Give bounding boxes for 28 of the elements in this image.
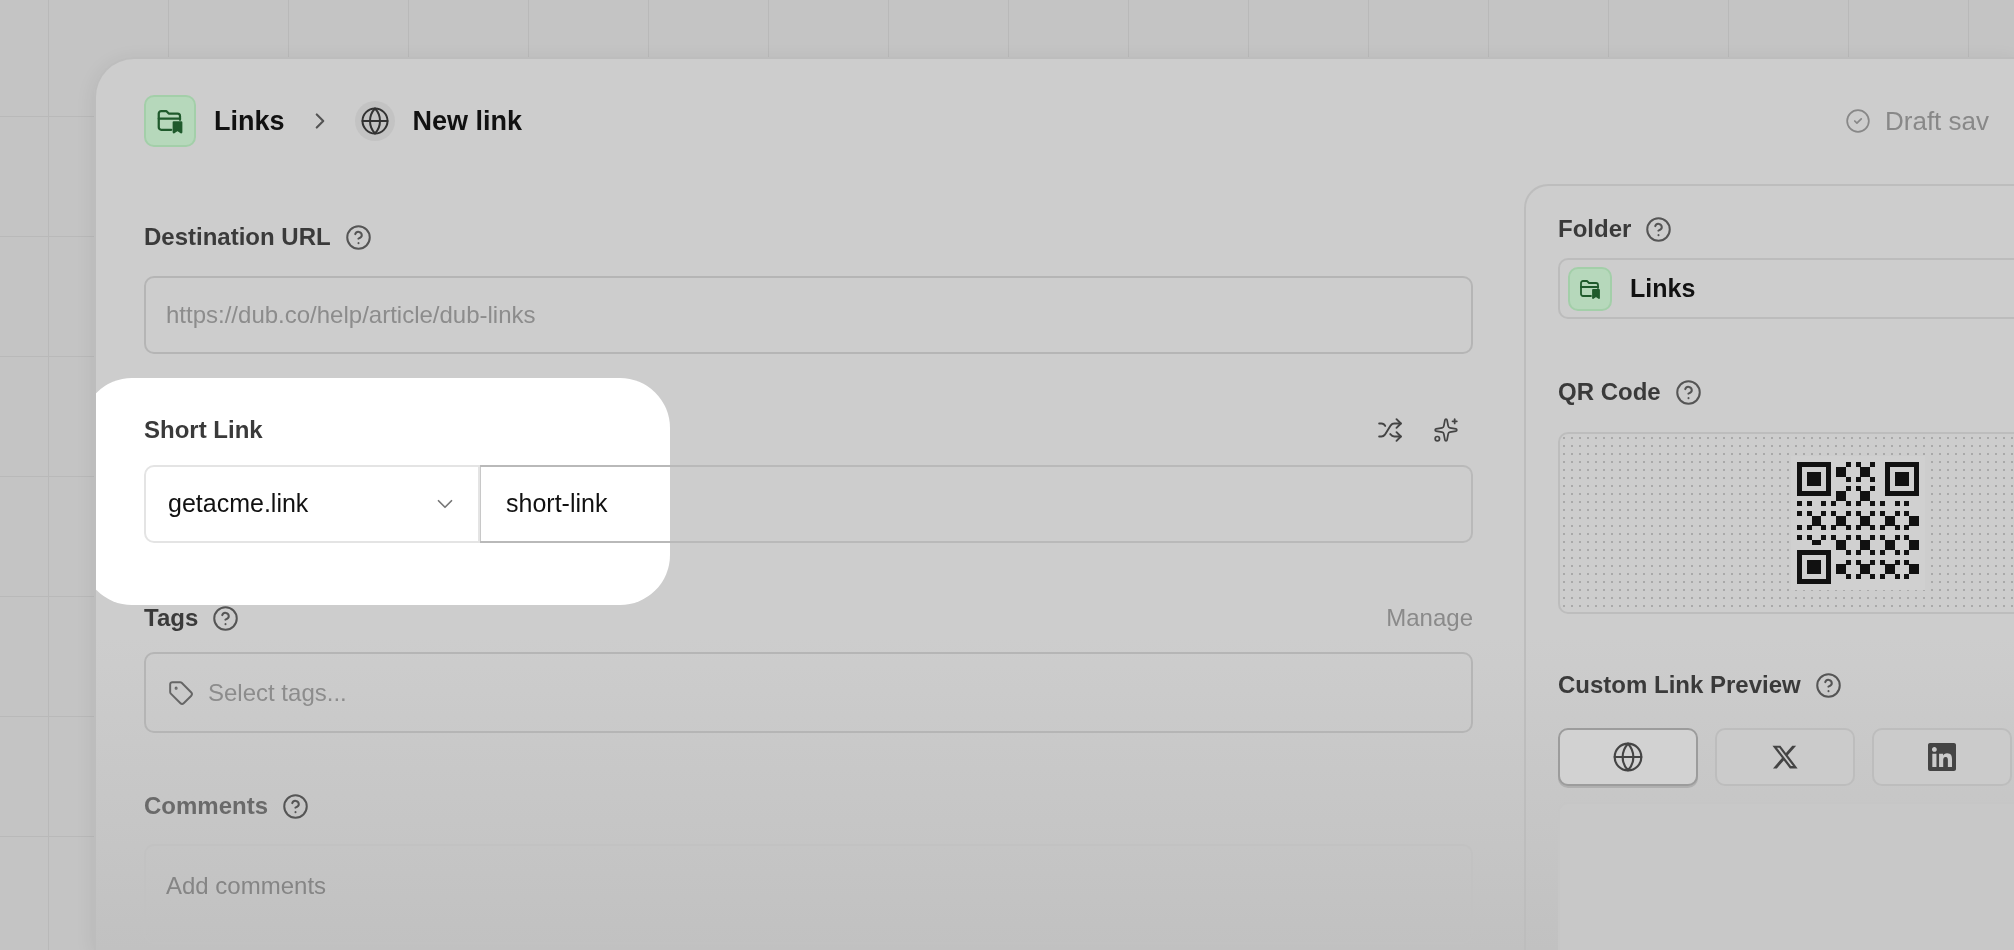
domain-select[interactable]: getacme.link <box>144 465 480 543</box>
field-label: Custom Link Preview <box>1558 670 1801 701</box>
check-circle-icon <box>1845 108 1871 134</box>
help-icon[interactable] <box>1674 378 1702 406</box>
preview-tab[interactable] <box>1558 728 1698 787</box>
preview-tab[interactable] <box>1715 728 1855 787</box>
help-icon[interactable] <box>344 223 372 251</box>
draft-status: Draft sav <box>1885 104 1990 138</box>
tag-icon <box>168 679 194 706</box>
sparkles-icon[interactable] <box>1433 417 1459 443</box>
field-label: Folder <box>1558 214 1632 244</box>
field-label: QR Code <box>1558 377 1661 408</box>
field-label: Short Link <box>144 415 263 445</box>
help-icon[interactable] <box>212 604 240 632</box>
linkedin-logo-icon <box>1926 741 1958 774</box>
field-label: Tags <box>144 603 199 633</box>
field-label: Destination URL <box>144 222 331 252</box>
field-label: Comments <box>144 791 269 821</box>
globe-icon <box>1612 741 1644 774</box>
preview-tab[interactable] <box>1872 728 2012 787</box>
help-icon[interactable] <box>282 792 310 820</box>
breadcrumb-link[interactable]: New link <box>412 100 523 142</box>
breadcrumb-link[interactable]: Links <box>214 100 285 142</box>
folder-select[interactable]: Links <box>1558 258 2014 320</box>
help-icon[interactable] <box>1814 671 1842 699</box>
short-link-field[interactable]: short-link <box>480 465 1473 543</box>
help-icon[interactable] <box>1645 215 1673 243</box>
shuffle-icon[interactable] <box>1377 417 1403 443</box>
